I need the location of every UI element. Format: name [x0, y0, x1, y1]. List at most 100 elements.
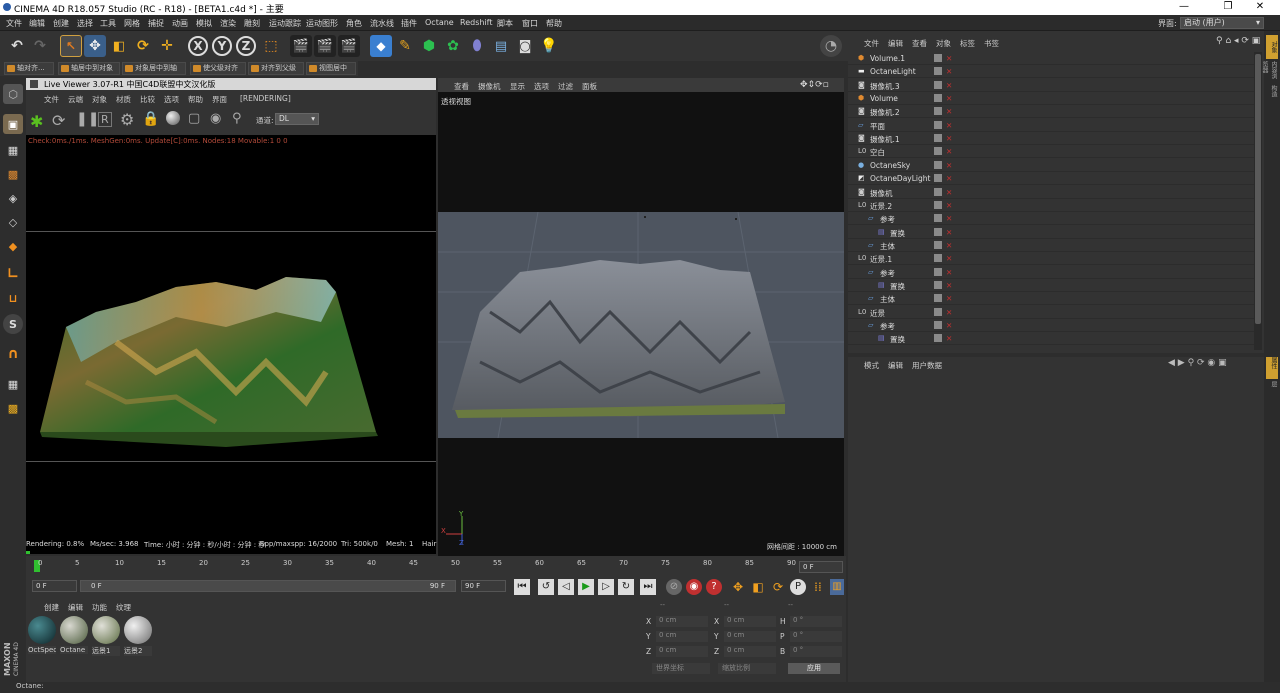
grid-snap-icon[interactable]: ▦ — [3, 374, 23, 394]
tab-content-browser[interactable]: 内容浏览器 — [1261, 61, 1278, 83]
layer-color-icon[interactable] — [934, 254, 942, 263]
material-swatch[interactable]: 远景2 — [124, 616, 152, 658]
live-select-icon[interactable]: ✛ — [156, 35, 178, 57]
am-menu-mode[interactable]: 模式 — [864, 360, 879, 371]
restart-render-icon[interactable]: ⟳ — [52, 111, 65, 130]
scale-mode-select[interactable]: 缩放比例 — [718, 663, 776, 674]
world-coord-select[interactable]: 世界坐标 — [652, 663, 710, 674]
vp-menu-display[interactable]: 显示 — [510, 81, 525, 92]
texture-mode-icon[interactable]: ▦ — [3, 140, 23, 160]
record-keys-icon[interactable]: ◉ — [686, 579, 702, 595]
key-scale-icon[interactable]: ◧ — [750, 579, 766, 595]
layer-color-icon[interactable] — [934, 200, 942, 209]
focus-picker-icon[interactable]: ◉ — [210, 111, 221, 126]
menu-octane[interactable]: Octane — [425, 18, 454, 27]
enabled-toggle-icon[interactable]: ✕ — [946, 174, 952, 183]
object-row[interactable]: ⬢ Volume.1 ✕ — [848, 52, 1254, 65]
object-row[interactable]: ▤ 置换 ✕ — [848, 279, 1254, 292]
object-row[interactable]: L0 近景.1 ✕ — [848, 252, 1254, 266]
pen-icon[interactable]: ✎ — [394, 35, 416, 57]
cube-icon[interactable]: ◆ — [370, 35, 392, 57]
enabled-toggle-icon[interactable]: ✕ — [946, 201, 952, 210]
vp-menu-view[interactable]: 查看 — [454, 81, 469, 92]
vp-menu-panel[interactable]: 面板 — [582, 81, 597, 92]
menu-animate[interactable]: 动画 — [172, 18, 188, 29]
position-y-field[interactable]: 0 cm — [656, 631, 708, 642]
material-swatch[interactable]: Octane — [60, 616, 88, 658]
menu-motion-tracking[interactable]: 运动跟踪 — [269, 18, 301, 29]
points-mode-icon[interactable]: ◈ — [3, 188, 23, 208]
position-x-field[interactable]: 0 cm — [656, 616, 708, 627]
frame-range-slider[interactable]: 0 F 90 F — [80, 580, 456, 592]
layer-color-icon[interactable] — [934, 227, 942, 236]
menu-window[interactable]: 窗口 — [522, 18, 538, 29]
polygons-mode-icon[interactable]: ◆ — [3, 236, 23, 256]
om-menu-tags[interactable]: 标签 — [960, 38, 975, 49]
layer-color-icon[interactable] — [934, 67, 942, 76]
am-nav-icons[interactable]: ◀ ▶ ⚲ ⟳ ◉ ▣ — [1168, 358, 1227, 368]
next-key-icon[interactable]: ↻ — [618, 579, 634, 595]
layer-color-icon[interactable] — [934, 187, 942, 196]
enabled-toggle-icon[interactable]: ✕ — [946, 254, 952, 263]
redo-icon[interactable]: ↷ — [29, 35, 51, 57]
enabled-toggle-icon[interactable]: ✕ — [946, 214, 952, 223]
enabled-toggle-icon[interactable]: ✕ — [946, 281, 952, 290]
menu-snap[interactable]: 捕捉 — [148, 18, 164, 29]
menu-script[interactable]: 脚本 — [497, 18, 513, 29]
menu-redshift[interactable]: Redshift — [460, 18, 492, 27]
object-row[interactable]: ▱ 参考 ✕ — [848, 319, 1254, 332]
om-menu-edit[interactable]: 编辑 — [888, 38, 903, 49]
mat-menu-texture[interactable]: 纹理 — [116, 602, 131, 613]
lv-menu-file[interactable]: 文件 — [44, 94, 59, 105]
layer-color-icon[interactable] — [934, 240, 942, 249]
object-row[interactable]: ▱ 参考 ✕ — [848, 266, 1254, 279]
auto-key-icon[interactable]: ? — [706, 579, 722, 595]
enabled-toggle-icon[interactable]: ✕ — [946, 81, 952, 90]
tab-layers[interactable]: 层 — [1266, 381, 1278, 397]
layer-color-icon[interactable] — [934, 120, 942, 129]
om-menu-bookmarks[interactable]: 书签 — [984, 38, 999, 49]
object-row[interactable]: ▱ 参考 ✕ — [848, 212, 1254, 226]
rotation-p-field[interactable]: 0 ° — [790, 631, 842, 642]
enabled-toggle-icon[interactable]: ✕ — [946, 308, 952, 317]
layout-switch-icon[interactable]: ◔ — [820, 35, 842, 57]
enabled-toggle-icon[interactable]: ✕ — [946, 334, 952, 343]
align-to-parent-button[interactable]: 对齐到父级 — [248, 62, 304, 75]
menu-file[interactable]: 文件 — [6, 18, 22, 29]
om-scrollbar-thumb[interactable] — [1255, 54, 1261, 324]
tweak-icon[interactable]: ⊔ — [3, 288, 23, 308]
goto-end-icon[interactable]: ⏭ — [640, 579, 656, 595]
render-picture-viewer-icon[interactable]: 🎬 — [314, 35, 336, 57]
prev-key-icon[interactable]: ↺ — [538, 579, 554, 595]
z-axis-icon[interactable]: Z — [236, 36, 256, 56]
enabled-toggle-icon[interactable]: ✕ — [946, 321, 952, 330]
layout-select[interactable]: 启动 (用户) ▾ — [1180, 17, 1264, 29]
object-row[interactable]: L0 近景 ✕ — [848, 306, 1254, 319]
lv-menu-cloud[interactable]: 云端 — [68, 94, 83, 105]
enabled-toggle-icon[interactable]: ✕ — [946, 188, 952, 197]
tab-objects[interactable]: 对象 — [1266, 35, 1278, 59]
layer-color-icon[interactable] — [934, 280, 942, 289]
enabled-toggle-icon[interactable]: ✕ — [946, 67, 952, 76]
enabled-toggle-icon[interactable]: ✕ — [946, 228, 952, 237]
floor-icon[interactable]: ▤ — [490, 35, 512, 57]
enabled-toggle-icon[interactable]: ✕ — [946, 54, 952, 63]
pause-icon[interactable]: ❚❚ — [76, 111, 99, 127]
key-parameter-icon[interactable]: P — [790, 579, 806, 595]
layer-color-icon[interactable] — [934, 160, 942, 169]
object-row[interactable]: ● OctaneSky ✕ — [848, 159, 1254, 172]
rotation-b-field[interactable]: 0 ° — [790, 646, 842, 657]
rotation-h-field[interactable]: 0 ° — [790, 616, 842, 627]
select-arrow-icon[interactable]: ↖ — [60, 35, 82, 57]
model-mode-icon[interactable]: ⬡ — [3, 84, 23, 104]
workplane-icon[interactable]: ▩ — [3, 164, 23, 184]
coordinate-system-icon[interactable]: ⬚ — [260, 35, 282, 57]
menu-simulate[interactable]: 模拟 — [196, 18, 212, 29]
menu-select[interactable]: 选择 — [77, 18, 93, 29]
layer-color-icon[interactable] — [934, 94, 942, 103]
menu-mograph[interactable]: 运动图形 — [306, 18, 338, 29]
timeline-settings-icon[interactable]: ▥ — [830, 579, 844, 595]
layer-color-icon[interactable] — [934, 334, 942, 343]
layer-color-icon[interactable] — [934, 214, 942, 223]
viewport-nav-icon[interactable]: ✥⇕⟳▫ — [800, 80, 829, 90]
